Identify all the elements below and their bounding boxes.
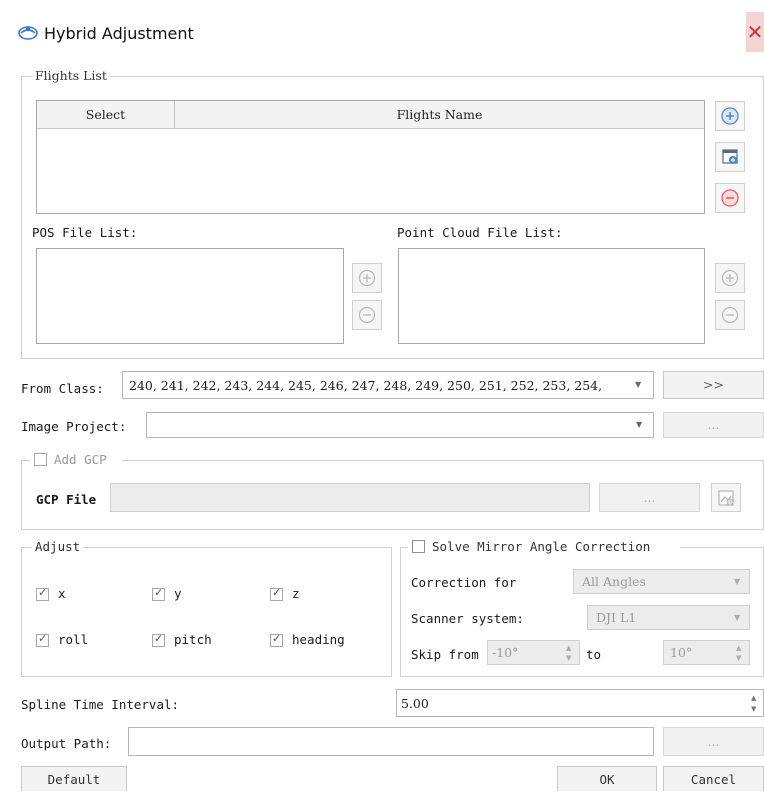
flights-table[interactable]: Select Flights Name xyxy=(36,100,705,214)
point-cloud-file-list[interactable] xyxy=(398,248,705,344)
flights-list-legend: Flights List xyxy=(32,69,110,83)
from-class-combo[interactable]: 240, 241, 242, 243, 244, 245, 246, 247, … xyxy=(122,371,654,399)
add-point-cloud-button[interactable] xyxy=(715,263,745,293)
gcp-file-input[interactable] xyxy=(110,483,590,512)
image-project-combo[interactable]: ▼ xyxy=(146,412,654,438)
gcp-file-label: GCP File xyxy=(36,492,97,507)
spin-up-icon[interactable]: ▲ xyxy=(751,694,756,702)
adjust-pitch-checkbox[interactable] xyxy=(152,632,165,647)
import-flight-button[interactable] xyxy=(715,142,745,172)
adjust-x-label: x xyxy=(58,586,66,601)
remove-icon xyxy=(721,306,739,324)
spin-up-icon[interactable]: ▲ xyxy=(736,644,741,652)
map-image-icon xyxy=(718,489,734,506)
spline-interval-value: 5.00 xyxy=(401,696,429,711)
pos-file-list[interactable] xyxy=(36,248,344,344)
from-class-button[interactable]: >> xyxy=(663,371,764,399)
adjust-legend: Adjust xyxy=(32,540,84,554)
chevron-down-icon: ▼ xyxy=(734,613,741,622)
image-project-label: Image Project: xyxy=(21,419,127,434)
skip-from-label: Skip from xyxy=(411,647,479,662)
remove-point-cloud-button[interactable] xyxy=(715,300,745,330)
cancel-button[interactable]: Cancel xyxy=(663,766,764,791)
add-pos-file-button[interactable] xyxy=(352,263,382,293)
scanner-system-combo[interactable]: DJI L1 ▼ xyxy=(587,605,750,630)
correction-for-combo[interactable]: All Angles ▼ xyxy=(573,569,750,594)
spin-down-icon[interactable]: ▼ xyxy=(751,705,756,713)
remove-flight-button[interactable] xyxy=(715,183,745,213)
adjust-roll-label: roll xyxy=(58,632,89,647)
add-flight-icon xyxy=(721,107,739,125)
remove-icon xyxy=(358,306,376,324)
skip-from-spinbox[interactable]: -10° ▲ ▼ xyxy=(487,640,580,665)
spline-interval-label: Spline Time Interval: xyxy=(21,697,180,712)
correction-for-value: All Angles xyxy=(582,574,646,589)
adjust-roll-checkbox[interactable] xyxy=(36,632,49,647)
scanner-system-label: Scanner system: xyxy=(411,611,524,626)
solve-mirror-label: Solve Mirror Angle Correction xyxy=(432,539,651,554)
skip-to-label: to xyxy=(586,647,602,662)
gcp-view-button[interactable] xyxy=(711,483,741,512)
output-path-label: Output Path: xyxy=(21,736,112,751)
add-icon xyxy=(358,269,376,287)
import-flight-icon xyxy=(722,149,738,164)
spin-up-icon[interactable]: ▲ xyxy=(566,644,571,652)
window-title: Hybrid Adjustment xyxy=(44,24,194,43)
pos-file-list-label: POS File List: xyxy=(32,225,138,240)
spin-down-icon[interactable]: ▼ xyxy=(736,654,741,662)
output-path-browse-button[interactable]: ... xyxy=(663,727,764,756)
from-class-value: 240, 241, 242, 243, 244, 245, 246, 247, … xyxy=(129,378,603,393)
skip-from-value: -10° xyxy=(492,645,519,660)
remove-flight-icon xyxy=(721,189,739,207)
remove-pos-file-button[interactable] xyxy=(352,300,382,330)
mirror-angle-legend: Solve Mirror Angle Correction xyxy=(408,539,680,555)
adjust-z-label: z xyxy=(292,586,300,601)
adjust-group xyxy=(21,547,392,677)
gcp-file-browse-button[interactable]: ... xyxy=(599,483,700,512)
correction-for-label: Correction for xyxy=(411,575,517,590)
point-cloud-file-list-label: Point Cloud File List: xyxy=(397,225,563,240)
adjust-heading-checkbox[interactable] xyxy=(270,632,283,647)
adjust-z-checkbox[interactable] xyxy=(270,586,283,601)
flights-table-header: Select Flights Name xyxy=(37,101,704,129)
chevron-down-icon: ▼ xyxy=(636,420,643,429)
add-gcp-checkbox[interactable] xyxy=(34,453,47,466)
adjust-pitch-label: pitch xyxy=(174,632,212,647)
gcp-legend: Add GCP xyxy=(30,452,122,468)
close-button[interactable]: ✕ xyxy=(746,12,764,52)
adjust-heading-label: heading xyxy=(292,632,345,647)
default-button[interactable]: Default xyxy=(21,766,127,791)
skip-to-spinbox[interactable]: 10° ▲ ▼ xyxy=(663,640,750,665)
image-project-browse-button[interactable]: ... xyxy=(663,412,764,438)
adjust-y-checkbox[interactable] xyxy=(152,586,165,601)
chevron-down-icon: ▼ xyxy=(635,380,642,389)
adjust-y-label: y xyxy=(174,586,182,601)
solve-mirror-checkbox[interactable] xyxy=(412,540,425,553)
column-header-select[interactable]: Select xyxy=(37,101,175,129)
add-icon xyxy=(721,269,739,287)
from-class-label: From Class: xyxy=(21,381,104,396)
chevron-down-icon: ▼ xyxy=(734,577,741,586)
scanner-system-value: DJI L1 xyxy=(596,610,637,625)
app-logo-icon xyxy=(18,24,38,42)
add-gcp-label: Add GCP xyxy=(54,452,107,467)
spline-interval-spinbox[interactable]: 5.00 ▲ ▼ xyxy=(396,689,764,717)
ok-button[interactable]: OK xyxy=(557,766,657,791)
column-header-flights-name[interactable]: Flights Name xyxy=(175,101,704,129)
add-flight-button[interactable] xyxy=(715,101,745,131)
skip-to-value: 10° xyxy=(670,645,693,660)
adjust-x-checkbox[interactable] xyxy=(36,586,49,601)
spin-down-icon[interactable]: ▼ xyxy=(566,654,571,662)
output-path-input[interactable] xyxy=(128,727,654,756)
